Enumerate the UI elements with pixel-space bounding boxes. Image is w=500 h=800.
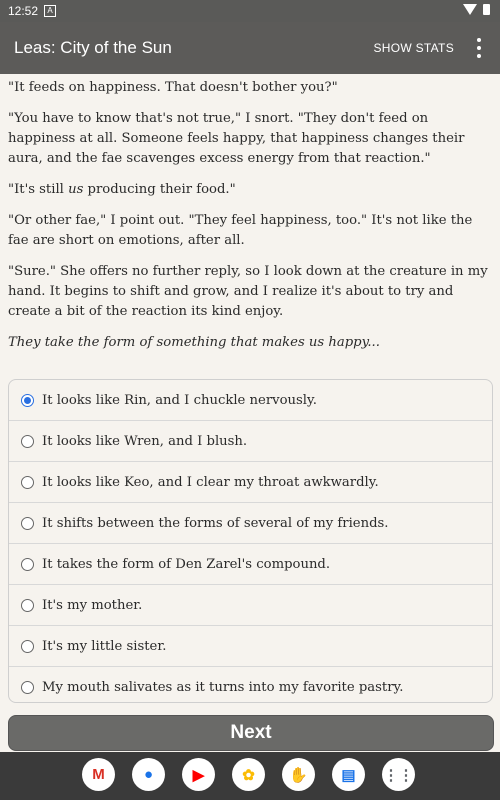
- more-options-icon[interactable]: [476, 38, 482, 58]
- next-button[interactable]: Next: [8, 715, 494, 751]
- choice-option[interactable]: My mouth salivates as it turns into my f…: [9, 667, 492, 702]
- story-text-run: producing their food.": [83, 182, 236, 197]
- story-emphasis: us: [68, 182, 84, 197]
- choice-label: It's my mother.: [42, 597, 143, 613]
- app-title: Leas: City of the Sun: [14, 38, 172, 57]
- story-paragraph: "Sure." She offers no further reply, so …: [8, 264, 488, 319]
- choice-option[interactable]: It looks like Rin, and I chuckle nervous…: [9, 380, 492, 421]
- choice-label: It looks like Rin, and I chuckle nervous…: [42, 392, 317, 408]
- story-prompt-text: They take the form of something that mak…: [8, 335, 380, 350]
- app-bar: Leas: City of the Sun SHOW STATS: [0, 22, 500, 74]
- radio-button[interactable]: [21, 557, 34, 571]
- choice-label: It shifts between the forms of several o…: [42, 515, 389, 531]
- radio-button[interactable]: [21, 680, 34, 694]
- notification-icon: A: [44, 5, 56, 17]
- choice-list: It looks like Rin, and I chuckle nervous…: [8, 379, 493, 703]
- wifi-icon: [463, 4, 477, 15]
- app-dock: M ● ▶ ✿ ✋ ▤ ⋮⋮: [0, 752, 500, 800]
- radio-button[interactable]: [21, 598, 34, 612]
- radio-button[interactable]: [21, 639, 34, 653]
- story-paragraph: "It feeds on happiness. That doesn't bot…: [8, 80, 338, 95]
- choice-label: My mouth salivates as it turns into my f…: [42, 679, 404, 695]
- choice-option[interactable]: It looks like Wren, and I blush.: [9, 421, 492, 462]
- gmail-icon[interactable]: M: [82, 758, 115, 791]
- radio-button[interactable]: [21, 393, 34, 407]
- status-bar: 12:52 A: [0, 0, 500, 22]
- story-paragraph: "It's still us producing their food.": [8, 180, 492, 200]
- story-prompt: They take the form of something that mak…: [8, 333, 492, 353]
- choice-option[interactable]: It takes the form of Den Zarel's compoun…: [9, 544, 492, 585]
- game-app-icon[interactable]: ✋: [282, 758, 315, 791]
- choice-label: It looks like Keo, and I clear my throat…: [42, 474, 379, 490]
- show-stats-button[interactable]: SHOW STATS: [373, 41, 454, 55]
- choice-label: It takes the form of Den Zarel's compoun…: [42, 556, 331, 572]
- radio-button[interactable]: [21, 434, 34, 448]
- status-time: 12:52: [8, 4, 39, 18]
- choice-option[interactable]: It looks like Keo, and I clear my throat…: [9, 462, 492, 503]
- battery-icon: [483, 4, 490, 15]
- story-text-run: "It's still: [8, 182, 69, 197]
- choice-label: It's my little sister.: [42, 638, 167, 654]
- status-icons: [463, 4, 490, 15]
- story-text: "It feeds on happiness. That doesn't bot…: [8, 78, 492, 364]
- story-paragraph: "You have to know that's not true," I sn…: [8, 111, 465, 166]
- messages-icon[interactable]: ▤: [332, 758, 365, 791]
- choice-option[interactable]: It's my little sister.: [9, 626, 492, 667]
- choice-label: It looks like Wren, and I blush.: [42, 433, 248, 449]
- photos-icon[interactable]: ✿: [232, 758, 265, 791]
- radio-button[interactable]: [21, 475, 34, 489]
- youtube-icon[interactable]: ▶: [182, 758, 215, 791]
- chrome-icon[interactable]: ●: [132, 758, 165, 791]
- choice-option[interactable]: It's my mother.: [9, 585, 492, 626]
- choice-option[interactable]: It shifts between the forms of several o…: [9, 503, 492, 544]
- story-paragraph: "Or other fae," I point out. "They feel …: [8, 213, 473, 248]
- app-drawer-icon[interactable]: ⋮⋮: [382, 758, 415, 791]
- radio-button[interactable]: [21, 516, 34, 530]
